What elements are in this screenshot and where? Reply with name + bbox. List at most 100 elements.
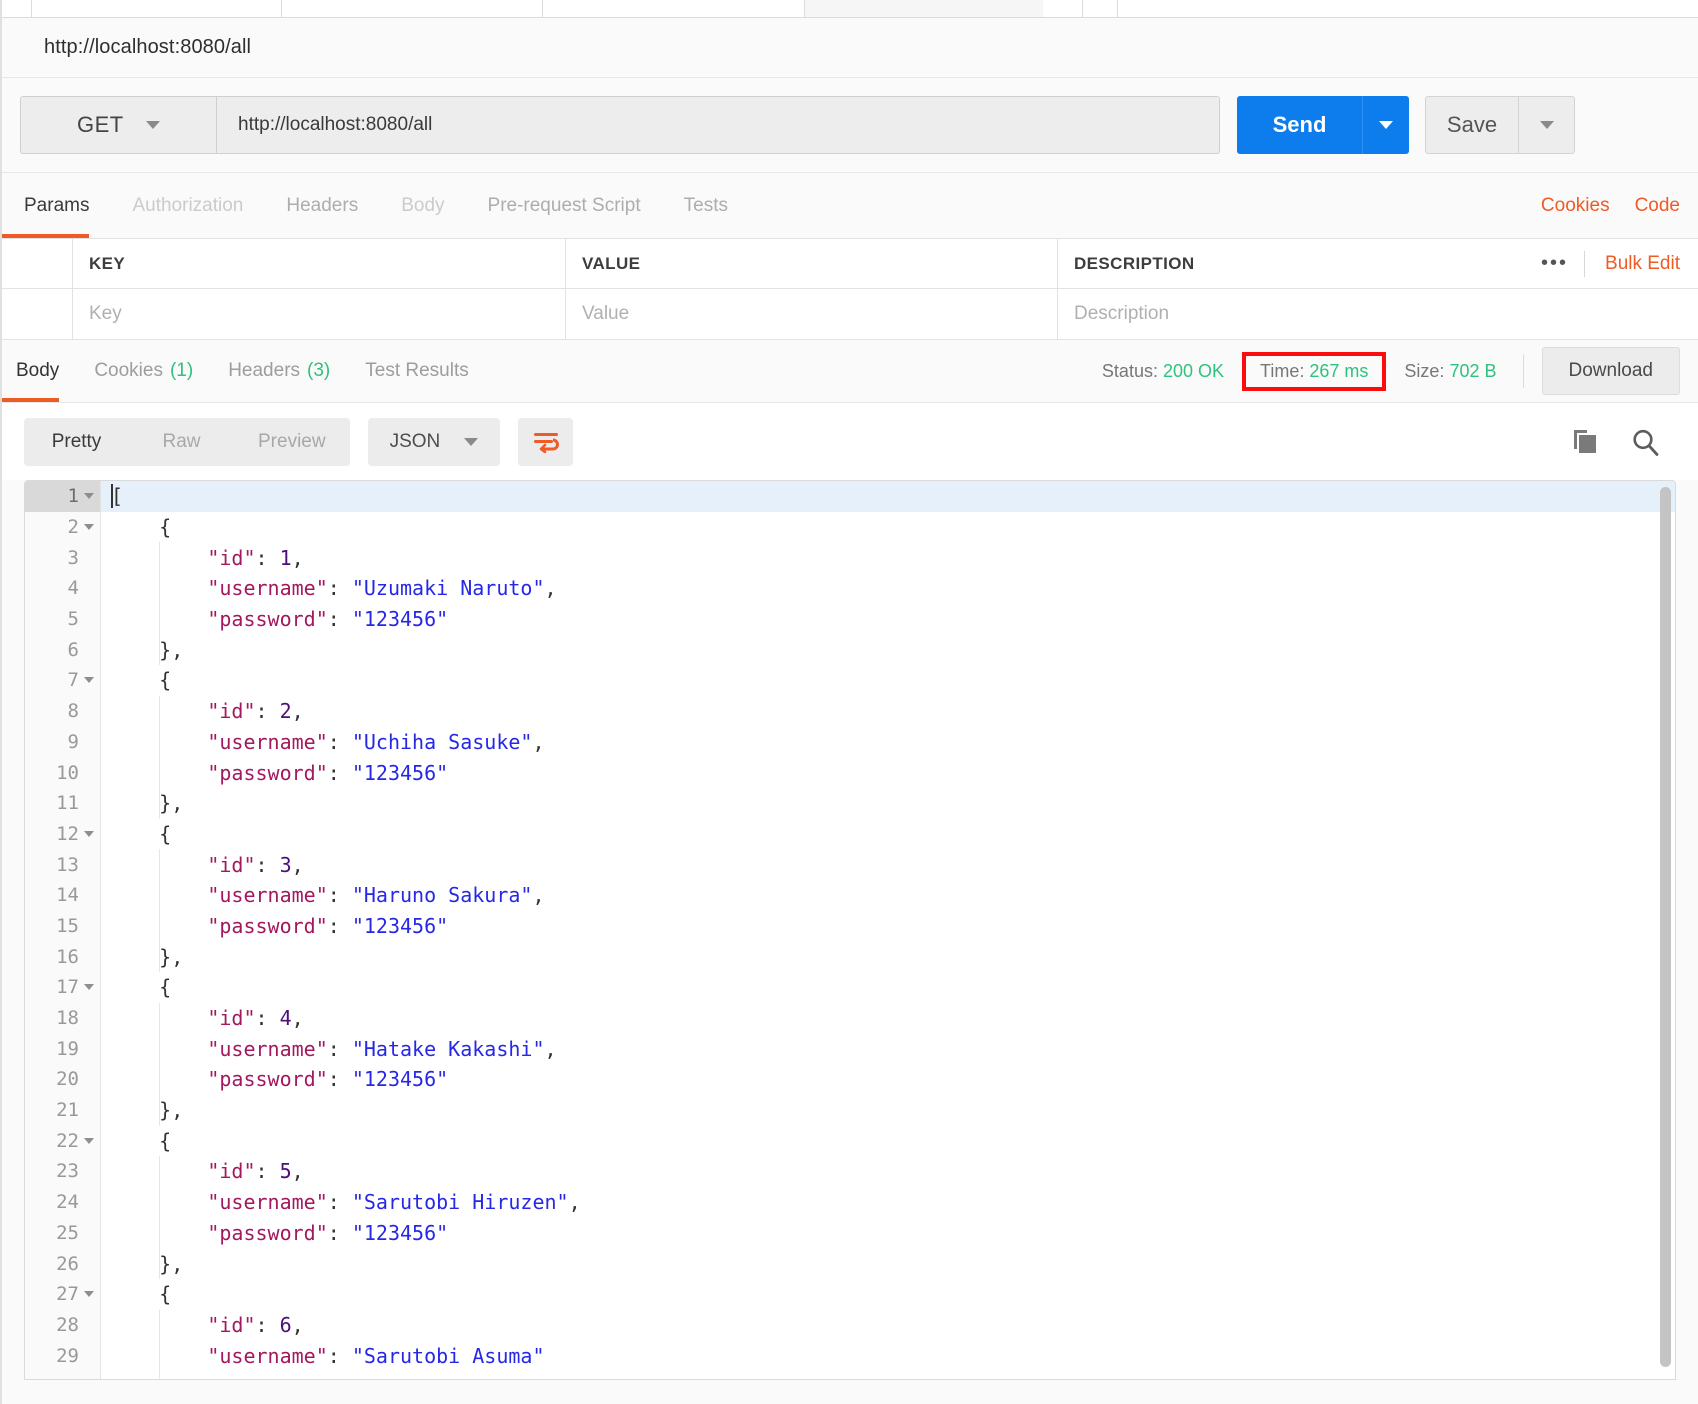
line-number: 16: [56, 945, 79, 968]
save-options-button[interactable]: [1518, 97, 1574, 153]
search-button[interactable]: [1630, 427, 1660, 457]
column-header-label: VALUE: [582, 253, 641, 273]
tab-tests[interactable]: Tests: [684, 173, 728, 238]
response-tab-cookies[interactable]: Cookies (1): [94, 340, 193, 402]
tab-remnant[interactable]: [2, 0, 32, 18]
view-mode-preview[interactable]: Preview: [234, 418, 350, 466]
code-token: ,: [291, 699, 304, 724]
code-token: },: [111, 1098, 184, 1123]
tab-remnant[interactable]: [281, 0, 544, 18]
bulk-edit-button[interactable]: Bulk Edit: [1585, 253, 1680, 275]
params-description-header: DESCRIPTION ••• Bulk Edit: [1058, 239, 1698, 288]
code-token: :: [327, 883, 352, 908]
save-button-group: Save: [1425, 96, 1575, 154]
code-link[interactable]: Code: [1635, 195, 1680, 217]
code-token: ,: [291, 1159, 304, 1184]
code-line: "password": "123456": [101, 604, 1675, 635]
code-token: ,: [568, 1190, 581, 1215]
send-options-button[interactable]: [1362, 96, 1409, 154]
code-content[interactable]: [ { "id": 1, "username": "Uzumaki Naruto…: [101, 481, 1675, 1379]
vertical-scrollbar[interactable]: [1660, 487, 1671, 1367]
code-token: :: [327, 607, 352, 632]
tab-strip: [2, 0, 1698, 18]
url-input[interactable]: [217, 97, 1219, 153]
code-token: {: [111, 1128, 172, 1153]
format-label: JSON: [389, 430, 441, 452]
fold-toggle-icon[interactable]: [84, 830, 94, 837]
line-number: 22: [25, 1125, 100, 1156]
params-row-checkbox-cell[interactable]: [2, 289, 73, 339]
key-placeholder: Key: [89, 303, 122, 324]
tab-remnant[interactable]: [31, 0, 282, 18]
line-number: 27: [25, 1279, 100, 1310]
code-token: "username": [111, 576, 328, 601]
tab-pre-request-script[interactable]: Pre-request Script: [488, 173, 641, 238]
code-token: "id": [111, 1312, 256, 1337]
copy-button[interactable]: [1570, 427, 1600, 457]
tab-remnant[interactable]: [1117, 0, 1698, 18]
tab-label: Cookies: [94, 360, 163, 381]
tab-remnant[interactable]: [1042, 0, 1083, 18]
method-url-group: GET: [20, 96, 1220, 154]
view-mode-pretty[interactable]: Pretty: [24, 418, 129, 466]
tab-headers[interactable]: Headers: [286, 173, 358, 238]
fold-toggle-icon[interactable]: [84, 677, 94, 684]
chevron-down-icon: [1539, 121, 1554, 129]
line-number: 6: [67, 638, 79, 661]
copy-icon: [1574, 429, 1596, 453]
params-value-cell[interactable]: Value: [566, 289, 1058, 339]
tab-params[interactable]: Params: [2, 173, 90, 238]
search-icon: [1633, 429, 1659, 456]
line-number: 25: [56, 1221, 79, 1244]
code-token: :: [255, 545, 280, 570]
code-token: "123456": [351, 913, 449, 938]
code-line: "password": "123456": [101, 1218, 1675, 1249]
http-method-select[interactable]: GET: [21, 97, 217, 153]
fold-toggle-icon[interactable]: [84, 1291, 94, 1298]
tab-label: Pre-request Script: [487, 194, 641, 216]
code-token: "password": [111, 607, 328, 632]
code-line: {: [101, 665, 1675, 696]
fold-toggle-icon[interactable]: [84, 493, 94, 500]
time-label: Time:: [1260, 360, 1305, 381]
line-number: 12: [25, 819, 100, 850]
code-line: },: [101, 1248, 1675, 1279]
download-button[interactable]: Download: [1541, 347, 1680, 395]
indent-guide: [159, 1156, 160, 1280]
code-token: :: [327, 913, 352, 938]
fold-toggle-icon[interactable]: [84, 984, 94, 991]
tab-body[interactable]: Body: [401, 173, 444, 238]
response-body-code-viewer[interactable]: 1 2 3 4 5 6 7 8 9 10 11 12 13 14 15 16 17 18 19 20 21 22 23 24 2…: [24, 480, 1676, 1380]
save-button[interactable]: Save: [1426, 97, 1518, 153]
send-button[interactable]: Send: [1237, 96, 1362, 154]
response-tab-body[interactable]: Body: [2, 340, 60, 402]
word-wrap-button[interactable]: [518, 417, 574, 466]
code-token: :: [255, 699, 280, 724]
code-line: "id": 3,: [101, 849, 1675, 880]
code-token: 6: [279, 1312, 292, 1337]
format-select[interactable]: JSON: [367, 417, 501, 466]
view-mode-raw[interactable]: Raw: [129, 418, 234, 466]
code-token: :: [327, 760, 352, 785]
tab-authorization[interactable]: Authorization: [132, 173, 243, 238]
fold-toggle-icon[interactable]: [84, 1137, 94, 1144]
code-token: ,: [291, 545, 304, 570]
line-number: 11: [56, 792, 79, 815]
code-token: 3: [279, 852, 292, 877]
code-token: "id": [111, 1159, 256, 1184]
cookies-link[interactable]: Cookies: [1541, 195, 1610, 217]
response-tab-headers[interactable]: Headers (3): [228, 340, 330, 402]
tab-remnant[interactable]: [543, 0, 806, 18]
code-token: :: [255, 1006, 280, 1031]
code-token: "password": [111, 760, 328, 785]
params-description-cell[interactable]: Description: [1058, 289, 1698, 339]
fold-toggle-icon[interactable]: [84, 524, 94, 531]
code-token: {: [111, 1282, 172, 1307]
status-indicator: Status: 200 OK: [1088, 361, 1238, 382]
params-key-cell[interactable]: Key: [73, 289, 566, 339]
tab-remnant[interactable]: [1082, 0, 1118, 18]
more-options-icon[interactable]: •••: [1525, 252, 1584, 275]
code-line: {: [101, 512, 1675, 543]
response-tab-test-results[interactable]: Test Results: [365, 340, 468, 402]
code-line: "username": "Sarutobi Hiruzen",: [101, 1187, 1675, 1218]
